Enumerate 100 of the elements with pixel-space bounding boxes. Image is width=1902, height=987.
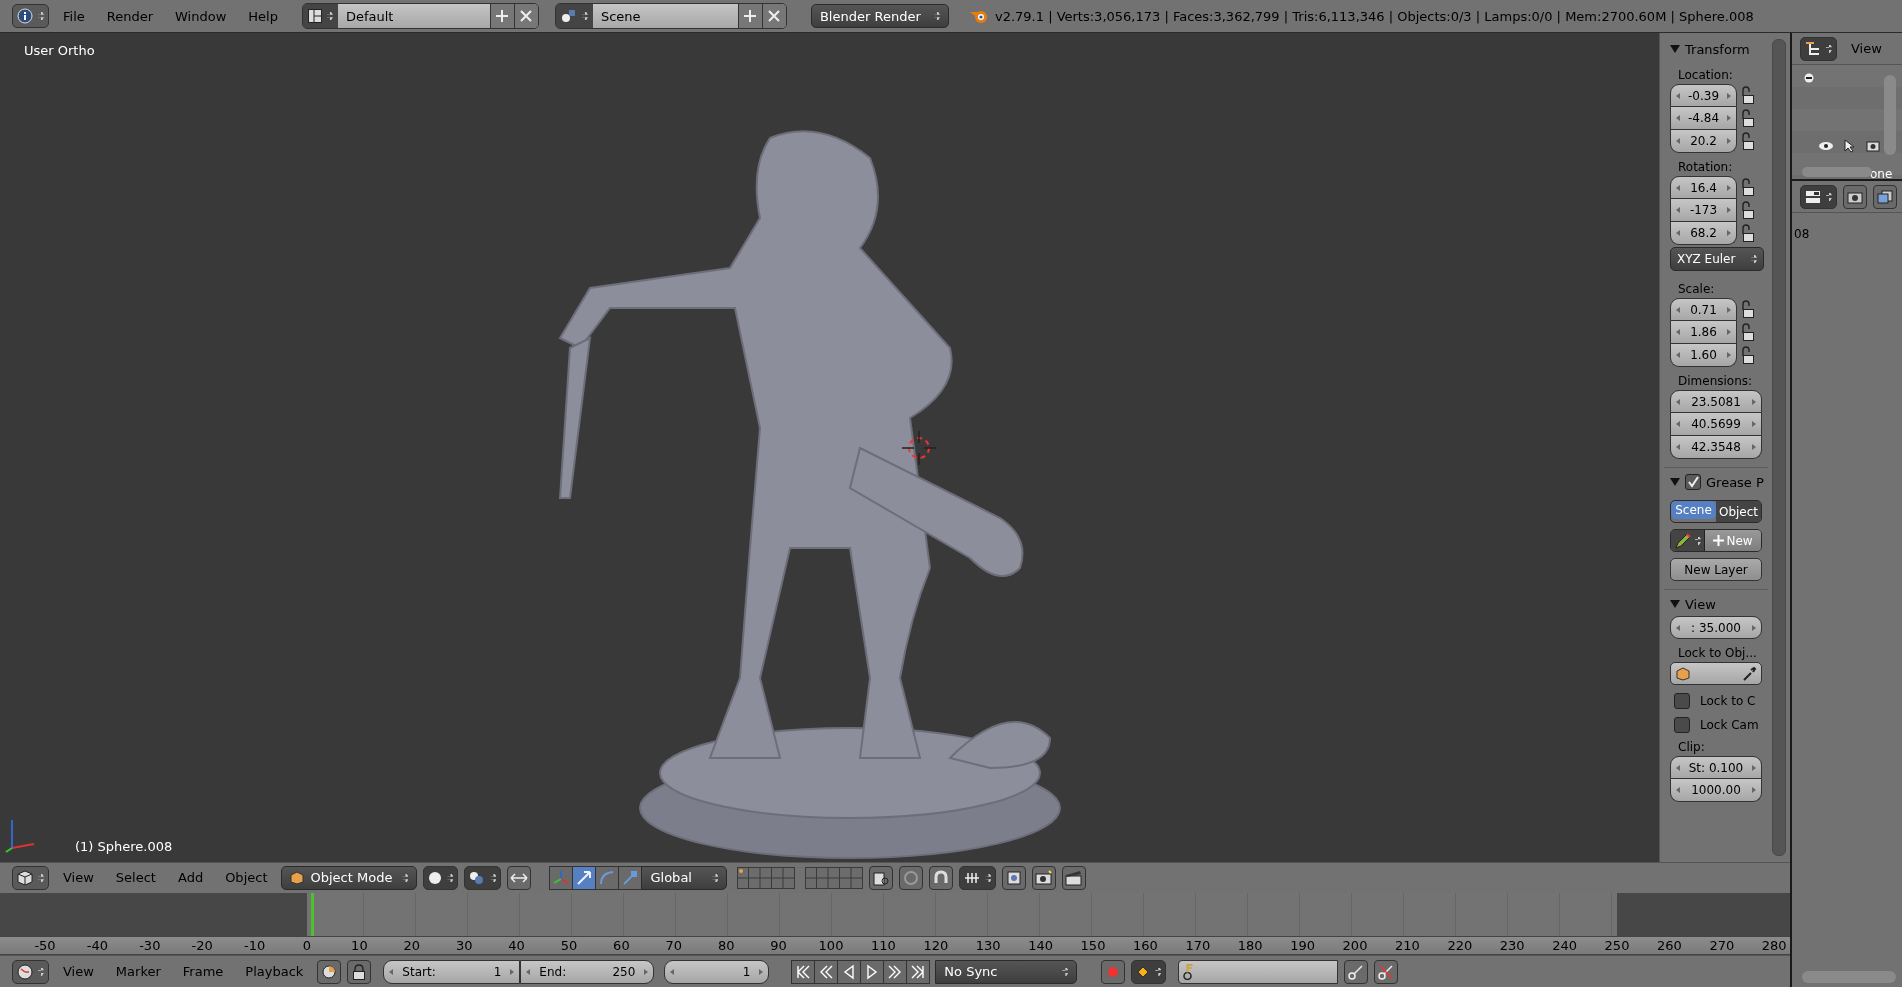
editor-type-selector[interactable]	[12, 959, 49, 984]
manipulator-button[interactable]	[572, 865, 597, 890]
panel-header[interactable]: Transform	[1670, 37, 1750, 61]
menu-item[interactable]: Select	[107, 870, 164, 886]
padlock-icon[interactable]	[1742, 131, 1755, 152]
menu-item[interactable]: View	[55, 964, 102, 980]
scrollbar[interactable]	[1802, 167, 1872, 177]
snap-target-button[interactable]	[1002, 865, 1027, 890]
playback-button[interactable]	[883, 959, 908, 984]
number-field[interactable]: St: 0.100	[1670, 756, 1762, 779]
pivot-selector[interactable]	[464, 865, 502, 890]
object-name[interactable]: one	[1870, 169, 1893, 179]
menu-item[interactable]: Playback	[237, 964, 312, 980]
lens-field[interactable]: : 35.000	[1670, 616, 1762, 639]
record-button[interactable]	[1101, 959, 1126, 984]
playback-button[interactable]	[791, 959, 816, 984]
render-tab[interactable]	[1843, 184, 1867, 209]
playback-button[interactable]	[814, 959, 839, 984]
menu-item[interactable]: Marker	[107, 964, 169, 980]
number-field[interactable]: 68.2	[1670, 222, 1737, 245]
grease-pencil-selector[interactable]	[1671, 530, 1705, 551]
playback-button[interactable]	[837, 959, 862, 984]
render-engine-dropdown[interactable]: Blender Render	[810, 4, 949, 28]
source-tab[interactable]: Scene	[1671, 501, 1716, 519]
number-field[interactable]: 16.4	[1670, 176, 1737, 199]
delete-keyframe-button[interactable]	[1374, 959, 1399, 984]
sync-dropdown[interactable]: No Sync	[935, 959, 1078, 984]
number-field[interactable]: 0.71	[1670, 298, 1737, 321]
panel-header[interactable]: Grease P	[1670, 470, 1764, 494]
scrollbar[interactable]	[1802, 971, 1896, 983]
preview-range-button[interactable]	[317, 959, 342, 984]
number-field[interactable]: 1.86	[1670, 321, 1737, 344]
keyframe-type-selector[interactable]	[1131, 959, 1167, 984]
insert-keyframe-button[interactable]	[1344, 959, 1369, 984]
checkbox[interactable]	[1674, 693, 1690, 709]
number-field[interactable]: 23.5081	[1670, 390, 1762, 413]
scrollbar[interactable]	[1884, 75, 1896, 155]
eye-icon[interactable]	[1818, 140, 1834, 152]
menu-item[interactable]: Frame	[174, 964, 232, 980]
padlock-icon[interactable]	[1742, 299, 1755, 320]
frame-number: 30	[455, 937, 473, 955]
number-field[interactable]: -0.39	[1670, 84, 1737, 107]
playback-button[interactable]	[906, 959, 931, 984]
checkbox[interactable]	[1685, 474, 1701, 490]
menu-item[interactable]: Window	[167, 8, 235, 24]
number-field[interactable]: -4.84	[1670, 107, 1737, 130]
menu-item[interactable]: File	[55, 8, 93, 24]
snap-element-selector[interactable]	[959, 865, 997, 890]
menu-item[interactable]: Object	[217, 870, 276, 886]
layers-tab[interactable]	[1873, 184, 1897, 209]
menu-item[interactable]: Render	[98, 8, 162, 24]
padlock-icon[interactable]	[1742, 345, 1755, 366]
new-layer-button[interactable]: New Layer	[1670, 558, 1762, 581]
editor-type-selector[interactable]	[1800, 184, 1837, 209]
number-field[interactable]: 1.60	[1670, 344, 1737, 367]
number-field[interactable]: 42.3548	[1670, 436, 1762, 459]
render-animation-button[interactable]	[1062, 865, 1087, 890]
keying-set-field[interactable]	[1178, 959, 1339, 984]
number-field[interactable]: 40.5699	[1670, 413, 1762, 436]
logo-icon	[968, 8, 989, 24]
source-tab[interactable]: Object	[1716, 501, 1761, 522]
number-field[interactable]: -173	[1670, 199, 1737, 222]
number-field[interactable]: 20.2	[1670, 130, 1737, 153]
scrollbar[interactable]	[1772, 39, 1786, 856]
menu-item[interactable]: Help	[240, 8, 286, 24]
start-frame-field[interactable]: Start: 1	[383, 959, 521, 984]
padlock-icon[interactable]	[1742, 177, 1755, 198]
number-field[interactable]: 1000.00	[1670, 779, 1762, 802]
proportional-edit-button[interactable]	[899, 865, 924, 890]
object-field[interactable]	[1670, 662, 1762, 685]
padlock-icon[interactable]	[1742, 322, 1755, 343]
snap-button[interactable]	[929, 865, 954, 890]
menu-item[interactable]: View	[55, 870, 102, 886]
layer-toggle[interactable]	[869, 865, 894, 890]
collapse-icon[interactable]	[1804, 73, 1814, 83]
editor-type-selector[interactable]	[1800, 36, 1837, 61]
checkbox[interactable]	[1674, 717, 1690, 733]
end-frame-field[interactable]: End: 250	[520, 959, 655, 984]
padlock-icon[interactable]	[1742, 223, 1755, 244]
snap-toggle[interactable]	[507, 865, 532, 890]
editor-type-selector[interactable]	[12, 865, 49, 890]
rotation-mode-dropdown[interactable]: XYZ Euler	[1670, 247, 1764, 271]
camera-icon[interactable]	[1866, 140, 1880, 152]
padlock-icon[interactable]	[1742, 108, 1755, 129]
padlock-icon[interactable]	[1742, 200, 1755, 221]
menu-item[interactable]: View	[1843, 41, 1890, 56]
padlock-icon[interactable]	[1742, 85, 1755, 106]
menu-item[interactable]: Add	[169, 870, 212, 886]
orientation-dropdown[interactable]: Global	[641, 865, 728, 890]
manipulator-toggle[interactable]	[549, 865, 574, 890]
playback-button[interactable]	[860, 959, 885, 984]
current-frame-field[interactable]: 1	[664, 959, 770, 984]
render-button[interactable]	[1032, 865, 1057, 890]
mode-dropdown[interactable]: Object Mode	[281, 865, 418, 890]
editor-type-selector[interactable]	[12, 4, 49, 28]
shading-selector[interactable]	[423, 865, 459, 890]
cursor-arrow-icon[interactable]	[1844, 139, 1856, 153]
manipulator-button[interactable]	[618, 865, 643, 890]
lock-button[interactable]	[347, 959, 372, 984]
panel-header[interactable]: View	[1670, 592, 1716, 616]
